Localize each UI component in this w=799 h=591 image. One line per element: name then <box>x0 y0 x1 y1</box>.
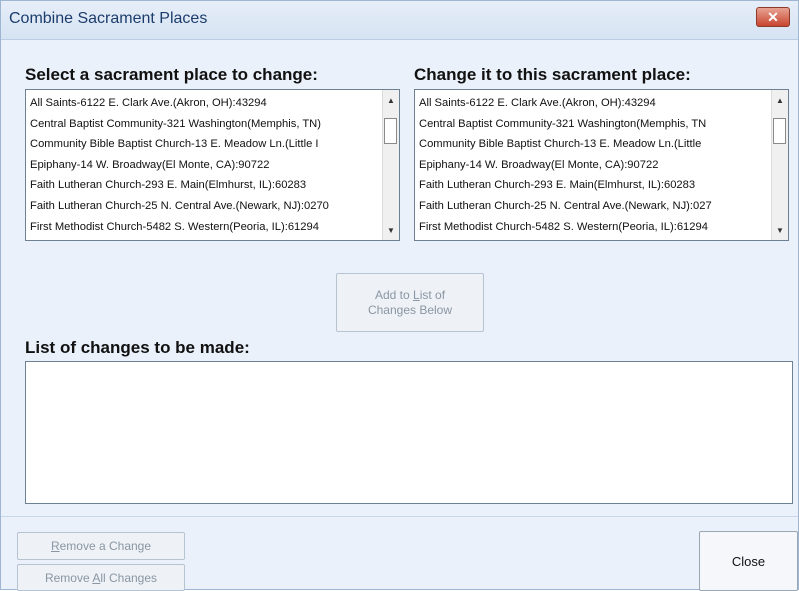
footer-divider <box>1 516 798 517</box>
window-title: Combine Sacrament Places <box>9 10 208 27</box>
left-list-heading: Select a sacrament place to change: <box>25 65 318 84</box>
source-place-listbox[interactable]: All Saints-6122 E. Clark Ave.(Akron, OH)… <box>25 89 400 241</box>
list-item[interactable]: Community Bible Baptist Church-13 E. Mea… <box>419 134 774 155</box>
close-icon: ✕ <box>767 8 779 25</box>
list-item[interactable]: All Saints-6122 E. Clark Ave.(Akron, OH)… <box>419 93 774 114</box>
list-item[interactable]: Faith Lutheran Church-25 N. Central Ave.… <box>419 196 774 217</box>
list-item[interactable]: Epiphany-14 W. Broadway(El Monte, CA):90… <box>30 155 385 176</box>
add-to-list-button[interactable]: Add to List of Changes Below <box>336 273 484 332</box>
up-arrow-icon[interactable]: ▲ <box>772 92 788 108</box>
remove-change-label: Remove a Change <box>50 539 152 553</box>
list-item[interactable]: Faith Lutheran Church-293 E. Main(Elmhur… <box>30 175 385 196</box>
list-item[interactable]: Central Baptist Community-321 Washington… <box>30 114 385 135</box>
up-arrow-icon[interactable]: ▲ <box>383 92 399 108</box>
right-list-heading: Change it to this sacrament place: <box>414 65 691 84</box>
remove-change-button[interactable]: Remove a Change <box>17 532 185 560</box>
add-to-list-label: Add to List of Changes Below <box>367 287 453 317</box>
vertical-scrollbar[interactable]: ▲ ▼ <box>771 90 788 240</box>
list-item[interactable]: Faith Lutheran Church-293 E. Main(Elmhur… <box>419 175 774 196</box>
list-item[interactable]: First Methodist Church-5482 S. Western(P… <box>30 217 385 238</box>
scrollbar-thumb[interactable] <box>384 118 397 144</box>
down-arrow-icon[interactable]: ▼ <box>772 222 788 238</box>
target-place-listbox[interactable]: All Saints-6122 E. Clark Ave.(Akron, OH)… <box>414 89 789 241</box>
changes-listbox[interactable] <box>25 361 793 504</box>
close-button[interactable]: Close <box>699 531 798 591</box>
remove-all-label: Remove All Changes <box>44 570 158 585</box>
scrollbar-thumb[interactable] <box>773 118 786 144</box>
list-item[interactable]: First Methodist Church-5482 S. Western(P… <box>419 217 774 238</box>
vertical-scrollbar[interactable]: ▲ ▼ <box>382 90 399 240</box>
remove-all-changes-button[interactable]: Remove All Changes <box>17 564 185 591</box>
list-item[interactable]: Central Baptist Community-321 Washington… <box>419 114 774 135</box>
window-close-button[interactable]: ✕ <box>756 7 790 27</box>
list-item[interactable]: Community Bible Baptist Church-13 E. Mea… <box>30 134 385 155</box>
down-arrow-icon[interactable]: ▼ <box>383 222 399 238</box>
changes-heading: List of changes to be made: <box>25 338 250 357</box>
list-item[interactable]: All Saints-6122 E. Clark Ave.(Akron, OH)… <box>30 93 385 114</box>
list-item[interactable]: Faith Lutheran Church-25 N. Central Ave.… <box>30 196 385 217</box>
combine-dialog: Combine Sacrament Places ✕ Select a sacr… <box>0 0 799 591</box>
title-bar: Combine Sacrament Places ✕ <box>1 1 798 40</box>
close-button-label: Close <box>731 553 766 569</box>
list-item[interactable]: Epiphany-14 W. Broadway(El Monte, CA):90… <box>419 155 774 176</box>
